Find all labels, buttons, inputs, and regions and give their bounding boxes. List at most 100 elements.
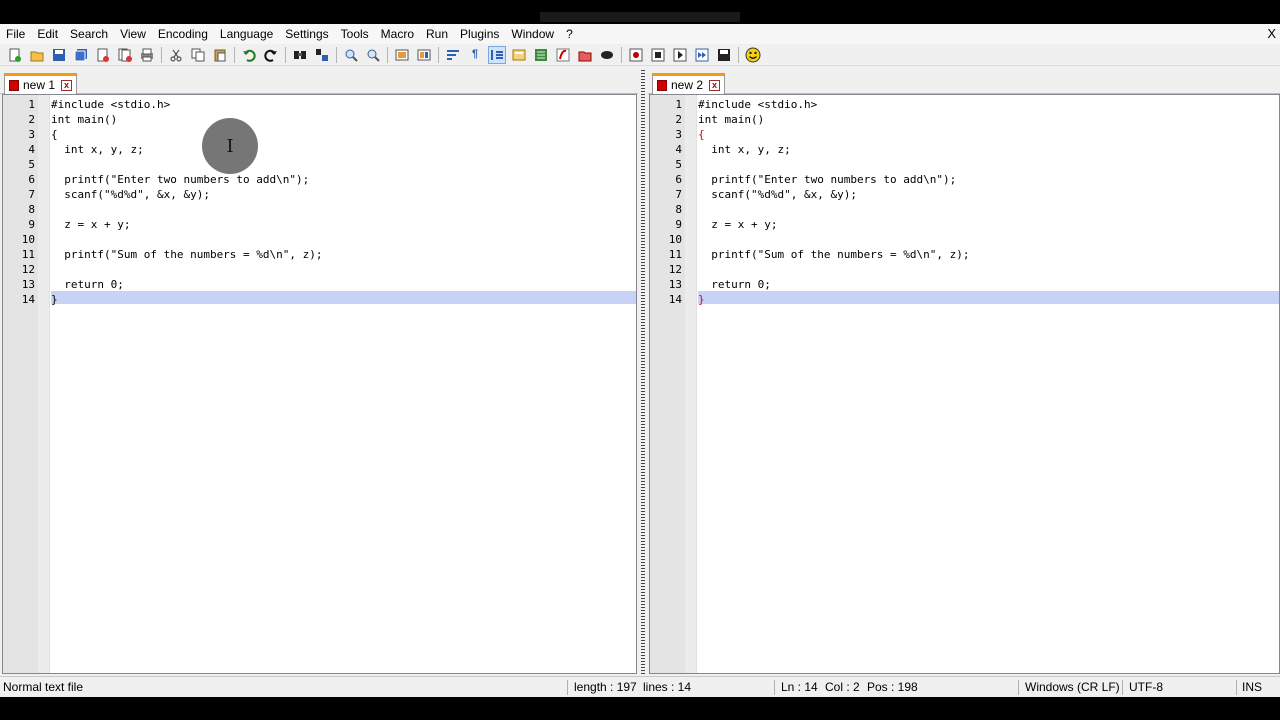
menu-help[interactable]: ? — [560, 24, 579, 44]
code-line: 11 printf("Sum of the numbers = %d\n", z… — [3, 247, 636, 262]
menu-encoding[interactable]: Encoding — [152, 24, 214, 44]
zoom-out-icon[interactable] — [364, 46, 382, 64]
line-number: 6 — [675, 173, 682, 186]
code-text: #include <stdio.h> — [698, 98, 818, 111]
save-all-icon[interactable] — [72, 46, 90, 64]
zoom-in-icon[interactable] — [342, 46, 360, 64]
save-macro-icon[interactable] — [715, 46, 733, 64]
status-eol[interactable]: Windows (CR LF) — [1025, 677, 1120, 698]
tab-label: new 1 — [23, 78, 56, 92]
editor-left[interactable]: 1 #include <stdio.h> 2 int main() 3{4 int x,… — [2, 94, 637, 674]
code-line: 12 — [3, 262, 636, 277]
notepad-window: File Edit Search View Encoding Language … — [0, 24, 1280, 697]
code-text: int x, y, z; — [51, 143, 144, 156]
line-number: 4 — [675, 143, 682, 156]
line-number: 12 — [668, 263, 682, 276]
smiley-icon[interactable] — [744, 46, 762, 64]
editor-right[interactable]: 1 #include <stdio.h> 2 int main() 3{4 int x,… — [649, 94, 1280, 674]
menu-bar: File Edit Search View Encoding Language … — [0, 24, 1280, 44]
status-pos: Pos : 198 — [867, 680, 918, 694]
tab-new-2[interactable]: new 2 x — [652, 73, 726, 94]
tab-close-icon[interactable]: x — [61, 79, 73, 91]
code-line: 10 — [3, 232, 636, 247]
code-text: printf("Sum of the numbers = %d\n", z); — [698, 248, 970, 261]
menu-window[interactable]: Window — [505, 24, 560, 44]
tab-close-icon[interactable]: x — [709, 79, 721, 91]
word-wrap-icon[interactable] — [444, 46, 462, 64]
replace-icon[interactable] — [313, 46, 331, 64]
menu-run[interactable]: Run — [420, 24, 454, 44]
new-file-icon[interactable] — [6, 46, 24, 64]
toolbar-separator — [336, 46, 337, 63]
window-close-button[interactable]: X — [1267, 24, 1276, 44]
sync-vertical-icon[interactable] — [393, 46, 411, 64]
tab-new-1[interactable]: new 1 x — [4, 73, 78, 94]
monitoring-icon[interactable] — [598, 46, 616, 64]
run-macro-multiple-icon[interactable] — [693, 46, 711, 64]
view-splitter[interactable] — [638, 70, 648, 674]
menu-view[interactable]: View — [114, 24, 152, 44]
line-number: 8 — [28, 203, 35, 216]
code-text: int main() — [51, 113, 118, 126]
code-line: 4 int x, y, z; — [650, 142, 1279, 157]
line-number: 7 — [675, 188, 682, 201]
toolbar-separator — [621, 46, 622, 63]
cut-icon[interactable] — [167, 46, 185, 64]
code-text: int x, y, z; — [698, 143, 791, 156]
play-macro-icon[interactable] — [671, 46, 689, 64]
menu-tools[interactable]: Tools — [335, 24, 375, 44]
code-text: scanf("%d%d", &x, &y); — [698, 188, 857, 201]
close-icon[interactable] — [94, 46, 112, 64]
mouse-cursor-indicator: I — [202, 118, 258, 174]
code-line: 13 return 0; — [650, 277, 1279, 292]
menu-edit[interactable]: Edit — [31, 24, 64, 44]
unsaved-disk-icon — [9, 79, 19, 91]
line-number: 2 — [28, 113, 35, 126]
save-icon[interactable] — [50, 46, 68, 64]
code-text: { — [698, 128, 705, 141]
code-text: { — [51, 128, 58, 141]
open-file-icon[interactable] — [28, 46, 46, 64]
code-line: 10 — [650, 232, 1279, 247]
doc-map-icon[interactable] — [532, 46, 550, 64]
undo-icon[interactable] — [240, 46, 258, 64]
menu-file[interactable]: File — [0, 24, 31, 44]
window-title-fragment — [540, 12, 740, 22]
redo-icon[interactable] — [262, 46, 280, 64]
show-all-chars-icon[interactable]: ¶ — [466, 46, 484, 64]
function-list-icon[interactable] — [554, 46, 572, 64]
menu-plugins[interactable]: Plugins — [454, 24, 505, 44]
close-all-icon[interactable] — [116, 46, 134, 64]
status-file-type: Normal text file — [3, 680, 84, 694]
menu-macro[interactable]: Macro — [375, 24, 420, 44]
indent-guide-icon[interactable] — [488, 45, 506, 64]
code-line: 3{ — [3, 127, 636, 142]
paste-icon[interactable] — [211, 46, 229, 64]
toolbar-separator — [161, 46, 162, 63]
line-number: 4 — [28, 143, 35, 156]
toolbar-separator — [234, 46, 235, 63]
status-insert-mode[interactable]: INS — [1242, 677, 1262, 698]
code-line: 14} — [650, 292, 1279, 307]
copy-icon[interactable] — [189, 46, 207, 64]
record-macro-icon[interactable] — [627, 46, 645, 64]
code-text: return 0; — [698, 278, 771, 291]
line-number: 12 — [21, 263, 35, 276]
line-number: 2 — [675, 113, 682, 126]
code-line: 1 #include <stdio.h> — [650, 97, 1279, 112]
folder-workspace-icon[interactable] — [576, 46, 594, 64]
menu-search[interactable]: Search — [64, 24, 114, 44]
user-language-icon[interactable] — [510, 46, 528, 64]
line-number: 1 — [675, 98, 682, 111]
menu-settings[interactable]: Settings — [279, 24, 334, 44]
menu-language[interactable]: Language — [214, 24, 279, 44]
sync-horizontal-icon[interactable] — [415, 46, 433, 64]
print-icon[interactable] — [138, 46, 156, 64]
find-icon[interactable] — [291, 46, 309, 64]
code-line: 2 int main() — [3, 112, 636, 127]
line-number: 13 — [668, 278, 682, 291]
status-encoding[interactable]: UTF-8 — [1129, 677, 1163, 698]
stop-macro-icon[interactable] — [649, 46, 667, 64]
line-number: 10 — [21, 233, 35, 246]
code-line: 4 int x, y, z; — [3, 142, 636, 157]
